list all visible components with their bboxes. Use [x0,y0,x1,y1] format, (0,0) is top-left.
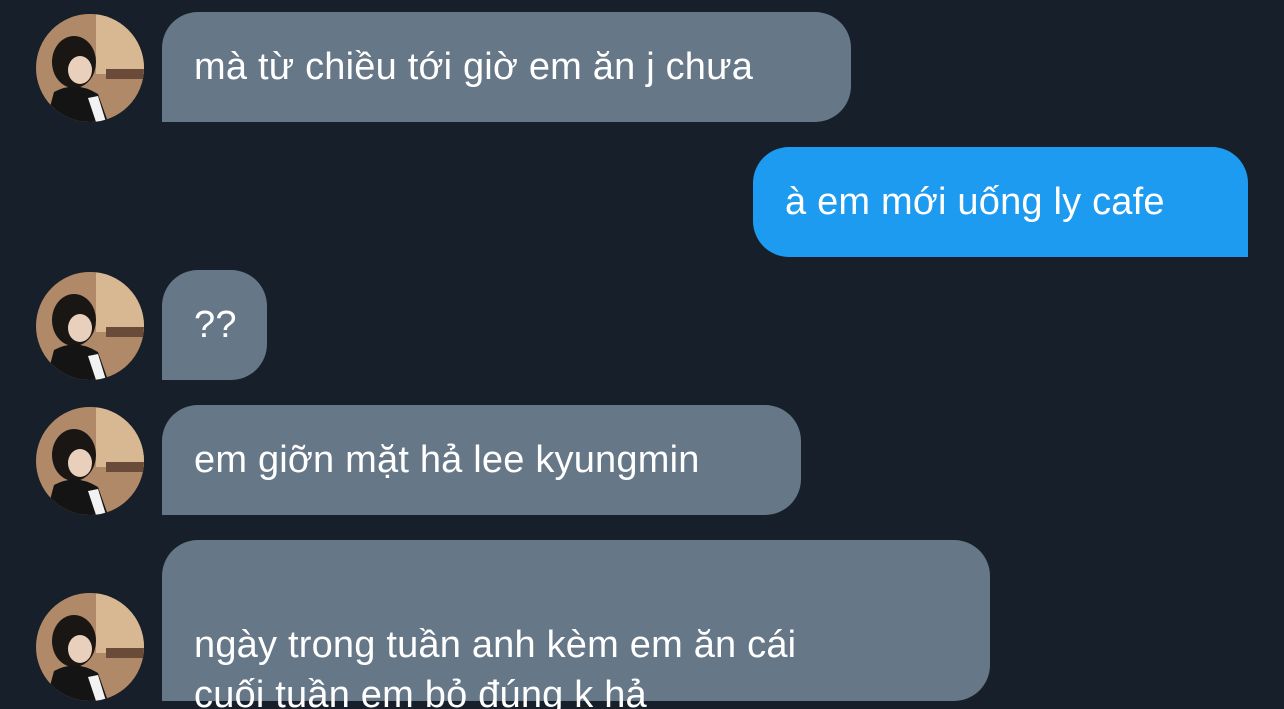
message-bubble-incoming[interactable]: mà từ chiều tới giờ em ăn j chưa [162,12,851,122]
message-bubble-incoming[interactable]: em giỡn mặt hả lee kyungmin [162,405,801,515]
message-text: ?? [194,304,237,346]
message-text: ngày trong tuần anh kèm em ăn cái cuối t… [194,624,797,709]
avatar-photo-icon [36,593,144,701]
avatar-photo-icon [36,407,144,515]
avatar-photo-icon [36,14,144,122]
avatar-photo-icon [36,272,144,380]
contact-avatar[interactable] [36,407,144,515]
message-bubble-outgoing[interactable]: à em mới uống ly cafe [753,147,1248,257]
contact-avatar[interactable] [36,14,144,122]
message-text: mà từ chiều tới giờ em ăn j chưa [194,46,754,88]
message-bubble-incoming[interactable]: ngày trong tuần anh kèm em ăn cái cuối t… [162,540,990,709]
contact-avatar[interactable] [36,593,144,701]
contact-avatar[interactable] [36,272,144,380]
message-bubble-incoming[interactable]: ?? [162,270,267,380]
message-text: à em mới uống ly cafe [785,181,1165,223]
message-text: em giỡn mặt hả lee kyungmin [194,439,700,481]
